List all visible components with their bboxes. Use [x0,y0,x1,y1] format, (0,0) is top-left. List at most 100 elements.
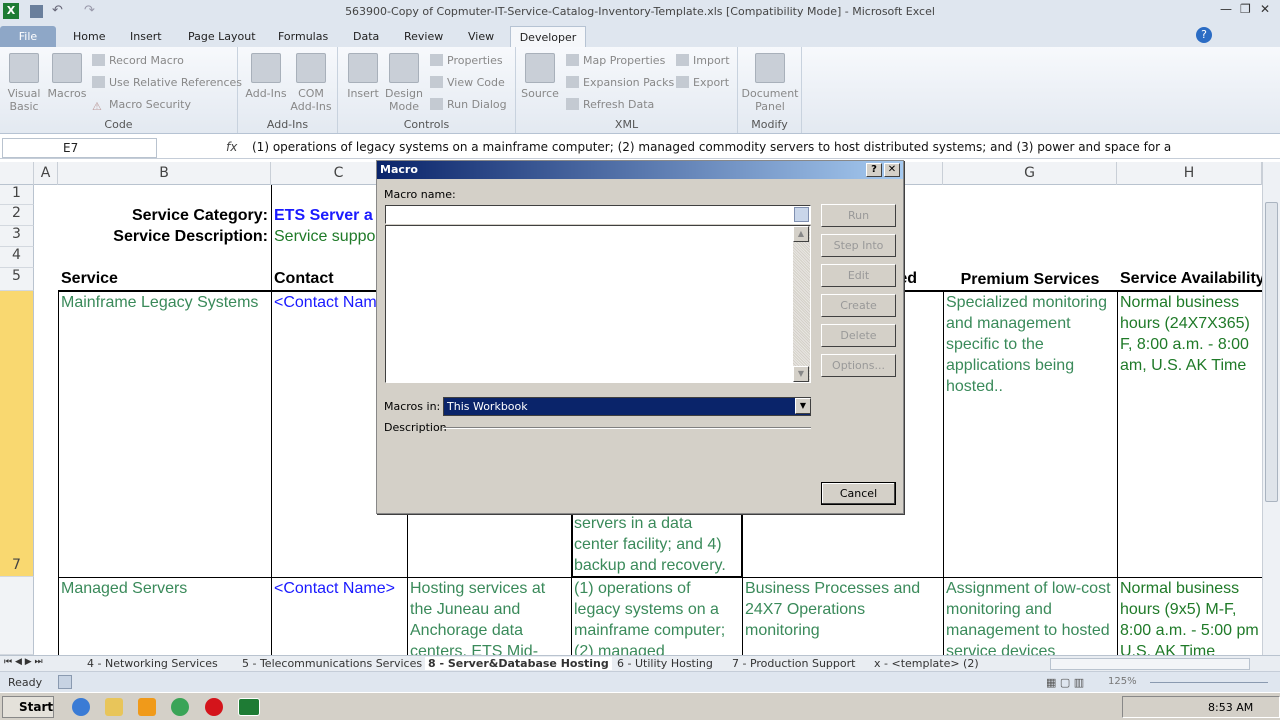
folder-icon[interactable] [105,698,123,716]
add-ins-button[interactable]: Add-Ins [244,53,288,100]
excel-taskbar-icon[interactable] [238,698,260,716]
sheet-tab-networking[interactable]: 4 - Networking Services [87,657,218,670]
row7-premium[interactable]: Specialized monitoring and management sp… [943,292,1117,397]
row-header-2[interactable]: 2 [0,205,34,226]
restore-button[interactable]: ❐ [1240,2,1251,16]
tab-formulas[interactable]: Formulas [270,26,336,47]
header-service-availability[interactable]: Service Availability [1117,268,1262,289]
record-macro-button[interactable]: Record Macro [92,54,184,67]
tab-data[interactable]: Data [345,26,387,47]
sheet-nav-arrows[interactable]: ⏮ ◀ ▶ ⏭ [4,657,43,667]
row7-availability[interactable]: Normal business hours (24X7X365) F, 8:00… [1117,292,1262,376]
horizontal-scrollbar[interactable] [1050,658,1250,670]
options-button[interactable]: Options... [821,354,896,377]
macro-list[interactable]: ▲ ▼ [385,225,811,383]
macro-security-button[interactable]: ⚠ Macro Security [92,98,191,113]
row-header-1[interactable]: 1 [0,185,34,205]
header-premium-services[interactable]: Premium Services [943,269,1117,290]
opera-icon[interactable] [205,698,223,716]
row8-premium[interactable]: Assignment of low-cost monitoring and ma… [943,578,1117,655]
chrome-icon[interactable] [171,698,189,716]
design-mode-button[interactable]: Design Mode [384,53,424,113]
row-header-5[interactable]: 5 [0,268,34,291]
row8-f-text[interactable]: Business Processes and 24X7 Operations m… [742,578,943,655]
insert-control-button[interactable]: Insert [344,53,382,100]
row8-contact[interactable]: <Contact Name> [271,578,407,599]
run-button[interactable]: Run [821,204,896,227]
create-button[interactable]: Create [821,294,896,317]
tab-developer[interactable]: Developer [510,26,586,47]
select-all[interactable] [0,162,34,185]
com-add-ins-button[interactable]: COM Add-Ins [288,53,334,113]
cancel-button[interactable]: Cancel [821,482,896,505]
row8-service[interactable]: Managed Servers [58,578,271,599]
export-button[interactable]: Export [676,76,729,89]
macro-name-input[interactable] [385,205,811,224]
insert-function-icon[interactable]: fx [226,140,237,154]
row8-e-text[interactable]: (1) operations of legacy systems on a ma… [571,578,742,655]
ie-icon[interactable] [72,698,90,716]
chevron-down-icon[interactable]: ▼ [795,398,811,414]
view-code-button[interactable]: View Code [430,76,505,89]
visual-basic-button[interactable]: Visual Basic [4,53,44,113]
tab-page-layout[interactable]: Page Layout [180,26,264,47]
macro-list-scrollbar[interactable]: ▲ ▼ [793,226,810,382]
properties-button[interactable]: Properties [430,54,503,67]
row-header-8[interactable] [0,577,34,655]
scroll-down-arrow[interactable]: ▼ [793,366,809,382]
tab-home[interactable]: Home [65,26,113,47]
tab-insert[interactable]: Insert [122,26,170,47]
edit-button[interactable]: Edit [821,264,896,287]
help-icon[interactable]: ? [1196,27,1212,43]
map-properties-button[interactable]: Map Properties [566,54,665,67]
row-header-4[interactable]: 4 [0,247,34,268]
step-into-button[interactable]: Step Into [821,234,896,257]
sheet-tab-server-database-hosting[interactable]: 8 - Server&Database Hosting [425,657,612,670]
sheet-tab-telecommunications[interactable]: 5 - Telecommunications Services [242,657,422,670]
row-header-3[interactable]: 3 [0,226,34,247]
service-description-value[interactable]: Service suppo [271,226,381,247]
source-button[interactable]: Source [520,53,560,100]
ref-edit-icon[interactable] [794,207,809,222]
col-header-h[interactable]: H [1117,162,1262,185]
media-player-icon[interactable] [138,698,156,716]
formula-input[interactable]: (1) operations of legacy systems on a ma… [252,140,1171,154]
header-service[interactable]: Service [58,268,271,289]
dialog-close-button[interactable]: ✕ [884,163,900,177]
service-category-value[interactable]: ETS Server a [271,205,381,226]
tab-file[interactable]: File [0,26,56,47]
zoom-level[interactable]: 125% [1108,676,1137,687]
import-button[interactable]: Import [676,54,730,67]
start-button[interactable]: Start [2,696,54,718]
delete-button[interactable]: Delete [821,324,896,347]
scroll-up-arrow[interactable]: ▲ [793,226,809,242]
sheet-tab-template[interactable]: x - <template> (2) [874,657,979,670]
name-box[interactable]: E7 [2,138,157,158]
col-header-b[interactable]: B [58,162,271,185]
view-buttons[interactable]: ▦ ▢ ▥ [1046,676,1084,689]
row7-service[interactable]: Mainframe Legacy Systems [58,292,271,313]
tab-review[interactable]: Review [396,26,451,47]
refresh-data-button[interactable]: Refresh Data [566,98,654,111]
close-button[interactable]: ✕ [1260,2,1270,16]
col-header-a[interactable]: A [34,162,58,185]
zoom-slider[interactable] [1150,682,1268,683]
run-dialog-button[interactable]: Run Dialog [430,98,507,111]
col-header-g[interactable]: G [943,162,1117,185]
macros-in-select[interactable]: This Workbook [443,397,811,416]
help-button[interactable]: ? [866,163,882,177]
expansion-packs-button[interactable]: Expansion Packs [566,76,674,89]
use-relative-references-button[interactable]: Use Relative References [92,76,242,89]
macros-button[interactable]: Macros [46,53,88,100]
row8-availability[interactable]: Normal business hours (9x5) M-F, 8:00 a.… [1117,578,1262,655]
minimize-button[interactable]: — [1220,2,1232,16]
sheet-tab-utility-hosting[interactable]: 6 - Utility Hosting [617,657,713,670]
clock[interactable]: 8:53 AM [1208,701,1253,714]
tab-view[interactable]: View [460,26,502,47]
sheet-tab-production-support[interactable]: 7 - Production Support [732,657,855,670]
document-panel-button[interactable]: Document Panel [740,53,800,113]
vertical-scrollbar[interactable] [1262,162,1280,655]
scroll-thumb[interactable] [1265,202,1278,502]
macro-record-icon[interactable] [58,675,72,689]
row-header-7[interactable]: 7 [0,291,34,577]
